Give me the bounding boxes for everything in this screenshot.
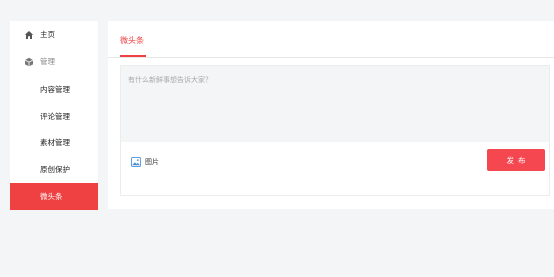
- cube-icon: [24, 57, 34, 66]
- sidebar-item-original-protection[interactable]: 原创保护: [10, 156, 98, 183]
- home-icon: [24, 30, 34, 39]
- sidebar-item-label: 内容管理: [40, 85, 70, 94]
- publish-button[interactable]: 发布: [487, 149, 545, 171]
- sidebar-item-label: 原创保护: [40, 165, 70, 174]
- image-icon: [131, 157, 141, 167]
- sidebar-item-label: 评论管理: [40, 112, 70, 121]
- tab-active-indicator: [120, 55, 146, 57]
- add-image-label: 图片: [145, 158, 159, 166]
- sidebar-item-manage[interactable]: 管理: [10, 48, 98, 75]
- sidebar-item-label: 管理: [40, 57, 55, 66]
- post-text-input[interactable]: [121, 66, 549, 142]
- sidebar-item-content[interactable]: 内容管理: [10, 76, 98, 103]
- sidebar-item-home[interactable]: 主页: [10, 21, 98, 48]
- tab-micro-headline[interactable]: 微头条: [120, 35, 144, 46]
- sidebar-item-label: 主页: [40, 30, 55, 39]
- sidebar-item-label: 微头条: [40, 192, 63, 201]
- sidebar-item-label: 素材管理: [40, 138, 70, 147]
- composer: 图片 发布: [120, 65, 550, 196]
- tab-bar: 微头条: [108, 21, 554, 58]
- sidebar-item-comments[interactable]: 评论管理: [10, 103, 98, 130]
- sidebar: 主页 管理 内容管理 评论管理 素材管理 原创保护 微头条: [10, 21, 98, 210]
- main-panel: 微头条 图片 发布: [108, 21, 554, 209]
- sidebar-item-micro-headline[interactable]: 微头条: [10, 183, 98, 210]
- add-image-button[interactable]: 图片: [131, 156, 159, 168]
- sidebar-item-materials[interactable]: 素材管理: [10, 129, 98, 156]
